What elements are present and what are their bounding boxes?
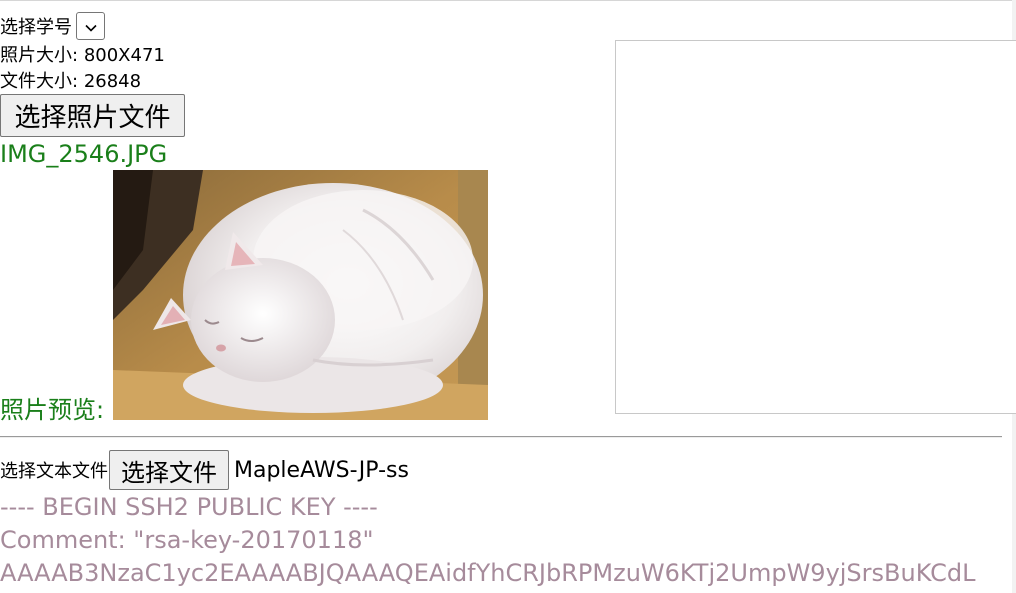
file-size-label: 文件大小:: [0, 71, 79, 92]
text-file-row: 选择文本文件 选择文件 MapleAWS-JP-ss: [0, 450, 409, 490]
photo-size-line: 照片大小: 800X471: [0, 44, 165, 68]
text-file-label: 选择文本文件: [0, 461, 108, 482]
file-size-line: 文件大小: 26848: [0, 70, 141, 94]
student-id-select[interactable]: [76, 12, 105, 40]
student-id-row: 选择学号: [0, 11, 105, 41]
student-id-label: 选择学号: [0, 17, 72, 38]
preview-canvas: [615, 40, 1016, 414]
text-filename: MapleAWS-JP-ss: [234, 457, 409, 483]
photo-filename: IMG_2546.JPG: [0, 140, 168, 168]
file-size-value: 26848: [83, 71, 142, 92]
photo-size-value: 800X471: [83, 45, 165, 66]
select-photo-button[interactable]: 选择照片文件: [0, 94, 185, 137]
text-content-line: ---- BEGIN SSH2 PUBLIC KEY ----: [0, 493, 378, 521]
chevron-down-icon: [84, 16, 97, 37]
divider: [0, 436, 1002, 438]
choose-file-button[interactable]: 选择文件: [109, 450, 229, 490]
top-border: [0, 0, 1016, 1]
photo-preview-label: 照片预览:: [0, 396, 105, 424]
photo-size-label: 照片大小:: [0, 45, 79, 66]
text-content-line: AAAAB3NzaC1yc2EAAAABJQAAAQEAidfYhCRJbRPM…: [0, 559, 976, 587]
text-content-line: Comment: "rsa-key-20170118": [0, 526, 374, 554]
photo-preview-image: [113, 170, 488, 420]
